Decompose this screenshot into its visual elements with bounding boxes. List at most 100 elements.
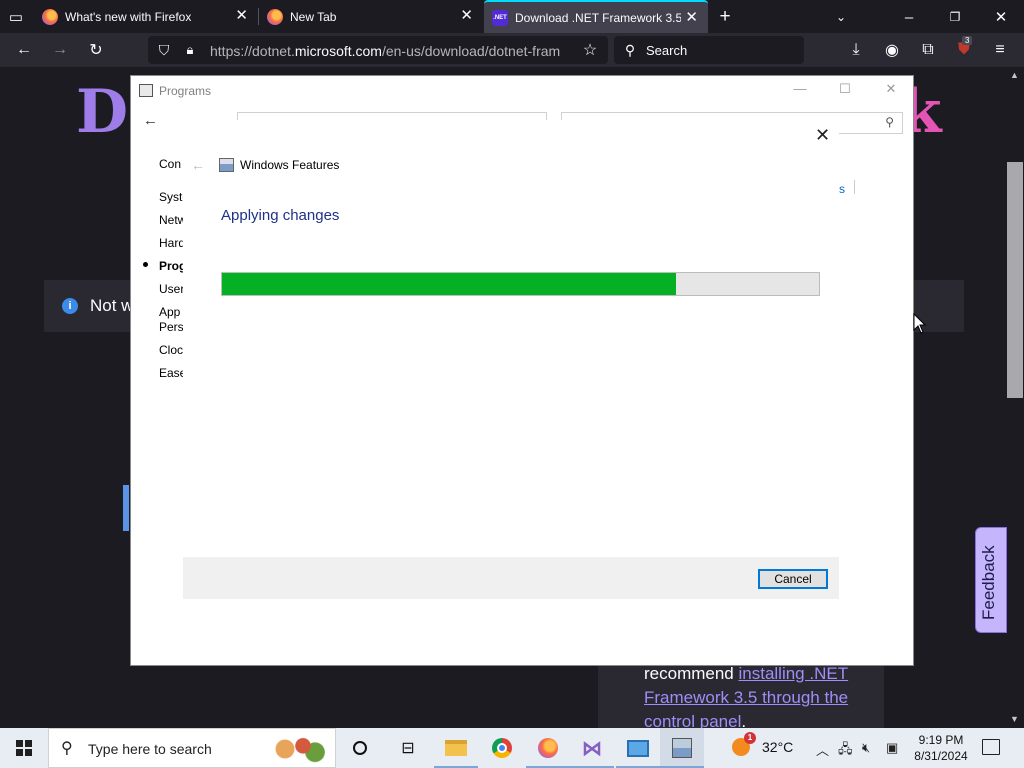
tab-title: New Tab: [290, 9, 337, 24]
navigation-bar: ← → ↻ ⛉ 🔒︎ https://dotnet.microsoft.com/…: [0, 33, 1024, 67]
tab-whats-new[interactable]: What's new with Firefox ✕: [34, 0, 258, 33]
close-tab-icon[interactable]: ✕: [685, 10, 698, 26]
progress-bar: [221, 272, 820, 296]
shield-icon[interactable]: ⛉: [152, 39, 176, 61]
taskbar: ⚲ Type here to search ⊟ ⋈ 1 32°C ︿ 🖧︎ 🔇︎…: [0, 728, 1024, 768]
chevron-up-icon[interactable]: ︿: [816, 740, 829, 759]
cortana-icon[interactable]: [346, 734, 374, 762]
firefox-taskbar-icon[interactable]: [526, 734, 570, 768]
sidebar-item-clock[interactable]: Clock: [159, 342, 183, 365]
status-heading: Applying changes: [221, 207, 340, 224]
sidebar-item-hardware[interactable]: Hard: [159, 235, 183, 258]
forward-icon[interactable]: →: [48, 39, 72, 61]
url-bar[interactable]: ⛉ 🔒︎ https://dotnet.microsoft.com/en-us/…: [148, 36, 608, 64]
dialog-footer: Cancel: [183, 557, 839, 599]
windows-logo-icon: [16, 740, 32, 756]
sidebar-item-home[interactable]: Con: [159, 156, 183, 179]
control-panel-taskbar-icon[interactable]: [660, 734, 704, 768]
taskbar-search[interactable]: ⚲ Type here to search: [48, 728, 336, 768]
dialog-title: Windows Features: [240, 158, 340, 172]
list-tabs-icon[interactable]: ⌄: [830, 6, 852, 28]
cancel-button[interactable]: Cancel: [758, 569, 828, 589]
bookmark-star-icon[interactable]: ☆: [578, 39, 602, 61]
mouse-cursor-icon: [913, 313, 927, 334]
firefox-icon: [267, 8, 283, 25]
firefox-view-icon[interactable]: ▭: [5, 6, 27, 28]
sidebar-item-appearance[interactable]: App: [159, 304, 183, 319]
sidebar-item-network[interactable]: Netw: [159, 212, 183, 235]
reload-icon[interactable]: ↻: [84, 39, 108, 61]
clock-time: 9:19 PM: [918, 733, 964, 747]
back-icon[interactable]: ←: [12, 39, 36, 61]
scroll-down-icon[interactable]: ▼: [1010, 714, 1019, 724]
chrome-icon[interactable]: [488, 734, 516, 762]
weather-temperature: 32°C: [762, 739, 794, 755]
visual-studio-icon[interactable]: ⋈: [570, 734, 614, 768]
sidebar-item-programs[interactable]: Prog: [159, 258, 183, 281]
restore-icon[interactable]: ❐: [944, 6, 966, 28]
menu-icon[interactable]: ≡: [988, 39, 1012, 61]
control-panel-titlebar[interactable]: Programs — ☐ ✕: [131, 76, 913, 106]
search-bar[interactable]: ⚲ Search: [614, 36, 804, 64]
notice-text: Not w: [90, 296, 134, 315]
new-tab-icon[interactable]: +: [714, 6, 736, 28]
feedback-label: Feedback: [979, 545, 998, 620]
file-explorer-icon[interactable]: [434, 734, 478, 768]
account-icon[interactable]: ◉: [880, 39, 904, 61]
volume-muted-icon[interactable]: 🔇︎: [862, 740, 870, 756]
search-icon: ⚲: [61, 740, 73, 757]
remote-desktop-icon[interactable]: [616, 734, 660, 768]
search-highlight-image: [267, 733, 327, 765]
windows-features-dialog: ✕ ← Windows Features Applying changes Ca…: [183, 120, 839, 600]
back-icon[interactable]: ←: [143, 112, 158, 129]
control-panel-sidebar: Con Syste Netw Hard Prog User App Pers C…: [159, 156, 183, 388]
firefox-icon: [42, 8, 58, 25]
start-button[interactable]: [0, 728, 48, 768]
tab-title: Download .NET Framework 3.5: [515, 10, 681, 25]
display-icon[interactable]: ▣: [886, 740, 898, 756]
progress-bar-fill: [222, 273, 676, 295]
divider: [854, 180, 855, 194]
feedback-button[interactable]: Feedback: [975, 527, 1007, 633]
maximize-icon[interactable]: ☐: [830, 81, 860, 101]
search-placeholder: Search: [646, 43, 688, 58]
lock-icon[interactable]: 🔒︎: [178, 39, 202, 61]
windows-features-icon: [219, 158, 234, 172]
close-tab-icon[interactable]: ✕: [460, 8, 473, 24]
sidebar-item-user-accounts[interactable]: User: [159, 281, 183, 304]
minimize-icon[interactable]: —: [785, 81, 815, 101]
close-icon[interactable]: ✕: [876, 81, 906, 101]
task-view-icon[interactable]: ⊟: [394, 734, 422, 762]
blue-accent-strip: [123, 485, 129, 531]
clock-date: 8/31/2024: [914, 749, 968, 763]
minimize-icon[interactable]: –: [898, 6, 920, 28]
url-text[interactable]: https://dotnet.microsoft.com/en-us/downl…: [210, 43, 568, 59]
close-icon[interactable]: ✕: [815, 126, 830, 144]
scroll-up-icon[interactable]: ▲: [1010, 70, 1019, 80]
tab-new-tab[interactable]: New Tab ✕: [259, 0, 483, 33]
sidebar-item-system[interactable]: Syste: [159, 189, 183, 212]
tab-dotnet-download[interactable]: .NET Download .NET Framework 3.5 ✕: [484, 0, 708, 33]
weather-badge: 1: [744, 732, 756, 744]
network-icon[interactable]: 🖧︎: [838, 740, 853, 762]
control-panel-icon: [139, 84, 153, 97]
ublock-badge: 3: [962, 36, 973, 45]
search-icon: ⚲: [885, 115, 894, 129]
scrollbar-thumb[interactable]: [1007, 162, 1023, 398]
tab-bar: ▭ What's new with Firefox ✕ New Tab ✕ .N…: [0, 0, 1024, 33]
sidebar-item-ease-of-access[interactable]: Ease: [159, 365, 183, 388]
control-panel-title: Programs: [159, 84, 212, 98]
dotnet-icon: .NET: [492, 9, 508, 26]
weather-widget[interactable]: 1 32°C: [732, 732, 794, 756]
selected-bullet: [143, 262, 148, 267]
extensions-icon[interactable]: ⧉: [916, 39, 940, 61]
close-window-icon[interactable]: ✕: [990, 6, 1012, 28]
notification-center-icon[interactable]: [982, 739, 1000, 755]
close-tab-icon[interactable]: ✕: [235, 8, 248, 24]
control-panel-link-fragment[interactable]: s: [839, 182, 845, 196]
recommendation-text: recommend installing .NET Framework 3.5 …: [644, 664, 849, 731]
sidebar-item-personalization[interactable]: Pers: [159, 319, 183, 342]
clock[interactable]: 9:19 PM 8/31/2024: [908, 732, 974, 764]
downloads-icon[interactable]: ⤓: [844, 39, 868, 61]
tab-title: What's new with Firefox: [65, 9, 192, 24]
